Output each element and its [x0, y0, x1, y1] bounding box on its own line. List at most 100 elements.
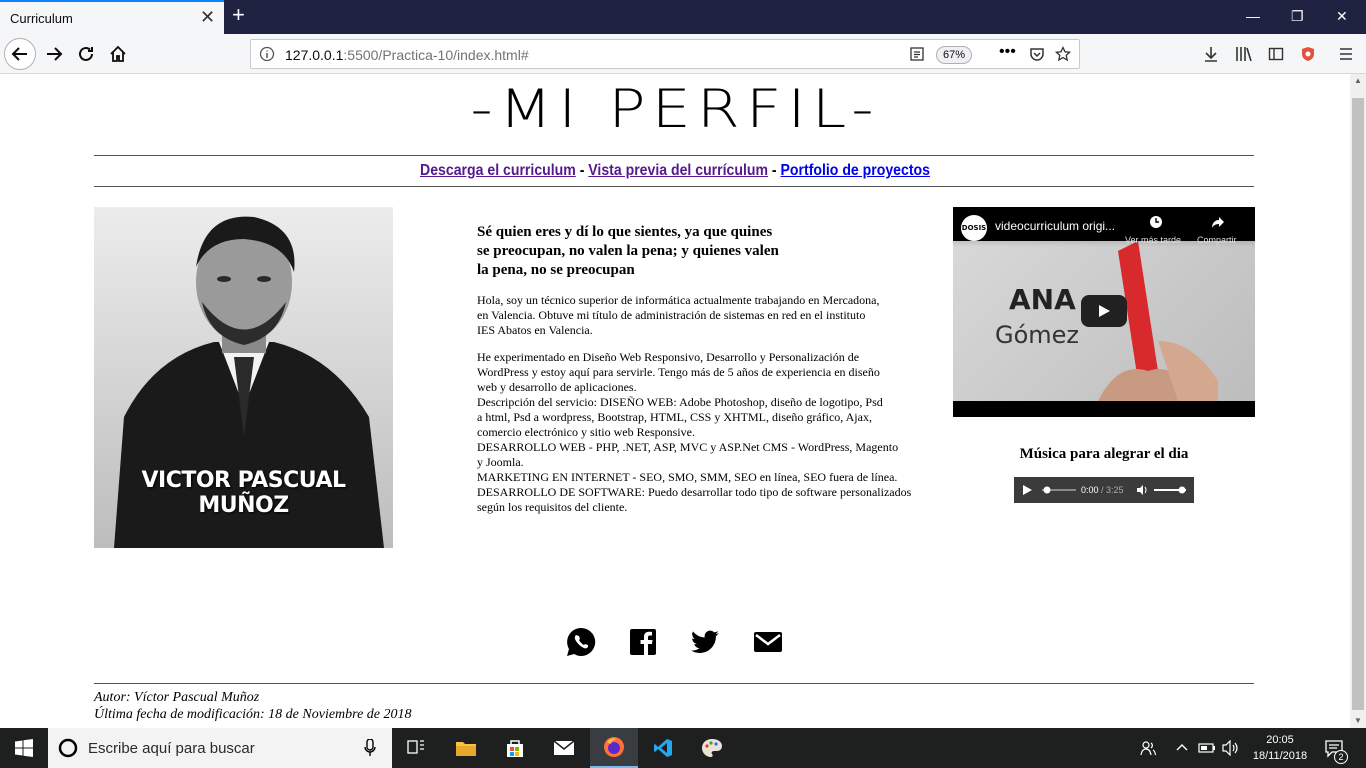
- library-icon[interactable]: [1235, 46, 1253, 62]
- url-host: 127.0.0.1: [285, 47, 344, 63]
- facebook-icon[interactable]: [627, 626, 659, 658]
- share-icon[interactable]: [1211, 215, 1225, 229]
- quote-line: la pena, no se preocupan: [477, 262, 635, 278]
- play-icon: [1099, 305, 1110, 317]
- paint-app[interactable]: [688, 728, 736, 768]
- speaker-icon[interactable]: [1222, 740, 1240, 756]
- footer-date: Última fecha de modificación: 18 de Novi…: [94, 707, 412, 722]
- windows-logo-icon: [15, 739, 33, 757]
- zoom-indicator[interactable]: 67%: [936, 46, 972, 64]
- scroll-thumb[interactable]: [1352, 98, 1364, 710]
- quote: Sé quien eres y dí lo que sientes, ya qu…: [477, 223, 817, 280]
- reader-view-icon[interactable]: [909, 46, 925, 62]
- footer: Autor: Víctor Pascual Muñoz Última fecha…: [94, 689, 412, 723]
- profile-photo: VICTOR PASCUAL MUÑOZ: [94, 207, 393, 548]
- volume-icon[interactable]: [1136, 484, 1148, 496]
- bio-line: MARKETING EN INTERNET - SEO, SMO, SMM, S…: [477, 470, 898, 484]
- bio-line: DESARROLLO DE SOFTWARE: Puedo desarrolla…: [477, 485, 912, 499]
- clock-icon[interactable]: [1149, 215, 1163, 229]
- bio-line: a html, Psd a wordpress, Bootstrap, HTML…: [477, 410, 872, 424]
- play-video-button[interactable]: [1081, 295, 1127, 327]
- thumbnail-text: ANA: [1009, 283, 1076, 316]
- mail-app[interactable]: [540, 728, 588, 768]
- video-title[interactable]: videocurriculum origi...: [995, 219, 1115, 233]
- cortana-icon: [58, 738, 78, 758]
- store-app[interactable]: [491, 728, 539, 768]
- share-label[interactable]: Compartir: [1197, 235, 1237, 245]
- watch-later-label[interactable]: Ver más tarde: [1125, 235, 1181, 245]
- portfolio-link[interactable]: Portfolio de proyectos: [781, 162, 930, 179]
- video-embed[interactable]: ANA Gómez DOSIS videocurriculum origi...…: [953, 207, 1255, 417]
- audio-player[interactable]: 0:00 / 3:25: [1014, 477, 1194, 503]
- photo-name-label: VICTOR PASCUAL MUÑOZ: [141, 468, 346, 518]
- task-view-icon: [407, 740, 424, 754]
- video-header: DOSIS videocurriculum origi... Ver más t…: [953, 207, 1255, 247]
- whatsapp-icon[interactable]: [565, 626, 597, 658]
- bio-line: DESARROLLO WEB - PHP, .NET, ASP, MVC y A…: [477, 440, 899, 454]
- notification-badge: 2: [1334, 750, 1348, 764]
- taskbar-search[interactable]: Escribe aquí para buscar: [48, 728, 392, 768]
- reload-button[interactable]: [70, 38, 102, 70]
- browser-nav-bar: 127.0.0.1:5500/Practica-10/index.html# 6…: [0, 34, 1366, 74]
- bio-line: comercio electrónico y sitio web Respons…: [477, 425, 695, 439]
- back-arrow-icon: [11, 47, 27, 61]
- shield-icon[interactable]: [1300, 46, 1316, 62]
- file-explorer-app[interactable]: [442, 728, 490, 768]
- window-close-icon[interactable]: ✕: [1336, 8, 1348, 25]
- audio-time: 0:00 / 3:25: [1081, 485, 1124, 495]
- start-button[interactable]: [0, 728, 48, 768]
- downloads-icon[interactable]: [1203, 46, 1219, 62]
- forward-button[interactable]: [38, 38, 70, 70]
- tab-close-icon[interactable]: ✕: [200, 8, 215, 26]
- people-icon[interactable]: [1140, 740, 1156, 756]
- system-clock[interactable]: 20:05 18/11/2018: [1250, 732, 1310, 764]
- palette-icon: [702, 739, 722, 757]
- thumbnail-text: Gómez: [995, 321, 1080, 349]
- bio-paragraph: Hola, soy un técnico superior de informá…: [477, 293, 927, 338]
- audio-play-icon[interactable]: [1022, 485, 1032, 495]
- microphone-icon[interactable]: [364, 739, 376, 757]
- url-text[interactable]: 127.0.0.1:5500/Practica-10/index.html#: [285, 47, 529, 63]
- twitter-icon[interactable]: [689, 626, 721, 658]
- battery-icon[interactable]: [1198, 740, 1216, 756]
- preview-cv-link[interactable]: Vista previa del currículum: [588, 162, 768, 179]
- download-cv-link[interactable]: Descarga el curriculum: [420, 162, 576, 179]
- bio-line: He experimentado en Diseño Web Responsiv…: [477, 350, 860, 364]
- chevron-up-icon[interactable]: [1176, 740, 1188, 756]
- page-actions-icon[interactable]: •••: [999, 43, 1016, 61]
- link-separator: -: [575, 162, 589, 179]
- restore-icon[interactable]: ❐: [1291, 8, 1304, 25]
- scroll-down-icon[interactable]: ▼: [1354, 716, 1362, 725]
- menu-icon[interactable]: [1338, 46, 1354, 62]
- mail-icon[interactable]: [752, 626, 784, 658]
- pocket-icon[interactable]: [1029, 46, 1045, 62]
- sidebar-icon[interactable]: [1268, 46, 1284, 62]
- search-placeholder: Escribe aquí para buscar: [88, 740, 255, 757]
- audio-progress-slider[interactable]: [1042, 485, 1076, 495]
- channel-logo[interactable]: DOSIS: [961, 215, 987, 241]
- new-tab-icon[interactable]: +: [232, 3, 245, 27]
- scroll-up-icon[interactable]: ▲: [1354, 76, 1362, 85]
- bio-line: Descripción del servicio: DISEÑO WEB: Ad…: [477, 395, 883, 409]
- browser-tab[interactable]: Curriculum ✕: [0, 0, 224, 34]
- clock-time: 20:05: [1266, 734, 1294, 746]
- firefox-app[interactable]: [590, 728, 638, 768]
- clock-date: 18/11/2018: [1252, 750, 1308, 762]
- folder-icon: [456, 742, 476, 756]
- vscode-app[interactable]: [639, 728, 687, 768]
- audio-duration: / 3:25: [1101, 485, 1124, 495]
- back-button[interactable]: [4, 38, 36, 70]
- bio-text: Hola, soy un técnico superior de informá…: [477, 293, 927, 527]
- minimize-icon[interactable]: —: [1246, 8, 1260, 24]
- info-icon[interactable]: [259, 46, 275, 62]
- vertical-scrollbar[interactable]: ▲ ▼: [1350, 74, 1366, 728]
- volume-slider[interactable]: [1154, 485, 1186, 495]
- link-separator: -: [768, 162, 781, 179]
- home-button[interactable]: [102, 38, 134, 70]
- bookmark-star-icon[interactable]: [1055, 46, 1071, 62]
- url-bar[interactable]: 127.0.0.1:5500/Practica-10/index.html# 6…: [250, 39, 1080, 69]
- bio-line: y Joomla.: [477, 455, 524, 469]
- bio-line: WordPress y estoy aquí para servirle. Te…: [477, 365, 880, 379]
- divider: [94, 186, 1254, 187]
- task-view-button[interactable]: [392, 728, 440, 768]
